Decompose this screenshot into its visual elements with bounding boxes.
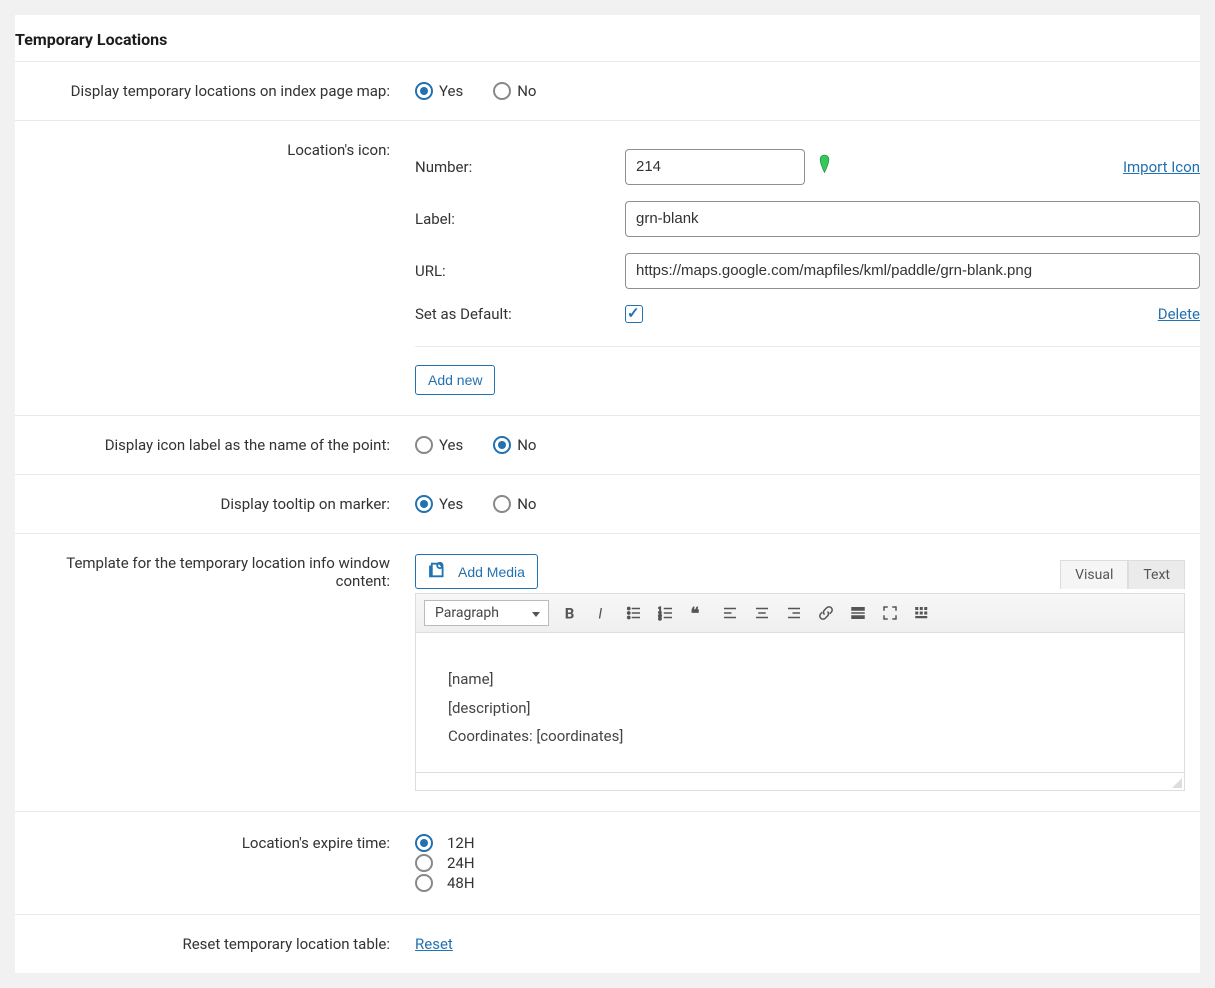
no-text: No (517, 82, 536, 100)
label-expire-time: Location's expire time: (15, 832, 415, 894)
editor-line: Coordinates: [coordinates] (448, 722, 1152, 751)
marker-icon (817, 153, 832, 181)
add-new-button[interactable]: Add new (415, 365, 495, 395)
fullscreen-icon[interactable] (879, 602, 901, 624)
format-select-label: Paragraph (435, 605, 499, 621)
align-right-icon[interactable] (783, 602, 805, 624)
label-display-iconlabel: Display icon label as the name of the po… (15, 436, 415, 454)
format-select[interactable]: Paragraph (424, 600, 549, 626)
reset-link[interactable]: Reset (415, 935, 453, 953)
icon-url-input[interactable] (625, 253, 1200, 289)
icon-number-label: Number: (415, 158, 625, 176)
svg-text:❝: ❝ (691, 605, 700, 622)
tab-text[interactable]: Text (1128, 560, 1185, 589)
bold-icon[interactable]: B (559, 602, 581, 624)
read-more-icon[interactable] (847, 602, 869, 624)
editor-content[interactable]: [name] [description] Coordinates: [coord… (415, 633, 1185, 773)
expire-24h-option[interactable]: 24H (415, 854, 1200, 872)
editor-toolbar: Paragraph B I 123 ❝ (415, 593, 1185, 633)
icon-label-input[interactable] (625, 201, 1200, 237)
display-index-yes-radio[interactable] (415, 82, 433, 100)
label-display-tooltip: Display tooltip on marker: (15, 495, 415, 513)
section-title: Temporary Locations (15, 15, 1200, 62)
expire-12h-option[interactable]: 12H (415, 834, 1200, 852)
yes-text: Yes (439, 495, 463, 513)
toolbar-toggle-icon[interactable] (911, 602, 933, 624)
ordered-list-icon[interactable]: 123 (655, 602, 677, 624)
expire-48h-option[interactable]: 48H (415, 874, 1200, 892)
display-index-no-radio[interactable] (493, 82, 511, 100)
editor-resize-handle[interactable] (415, 773, 1185, 791)
icon-setdefault-label: Set as Default: (415, 305, 625, 323)
tab-visual[interactable]: Visual (1060, 560, 1128, 589)
align-left-icon[interactable] (719, 602, 741, 624)
iconlabel-yes-option[interactable]: Yes (415, 436, 463, 454)
expire-24h-radio[interactable] (415, 854, 433, 872)
iconlabel-no-option[interactable]: No (493, 436, 536, 454)
label-reset-table: Reset temporary location table: (15, 935, 415, 953)
tooltip-yes-option[interactable]: Yes (415, 495, 463, 513)
set-default-checkbox[interactable] (625, 305, 643, 323)
editor-line: [description] (448, 694, 1152, 723)
svg-text:B: B (565, 604, 575, 622)
delete-icon-link[interactable]: Delete (1158, 305, 1200, 323)
no-text: No (517, 436, 536, 454)
svg-text:I: I (598, 604, 602, 622)
yes-text: Yes (439, 436, 463, 454)
tooltip-no-option[interactable]: No (493, 495, 536, 513)
expire-48h-radio[interactable] (415, 874, 433, 892)
tooltip-no-radio[interactable] (493, 495, 511, 513)
no-text: No (517, 495, 536, 513)
yes-text: Yes (439, 82, 463, 100)
icon-label-label: Label: (415, 210, 625, 228)
italic-icon[interactable]: I (591, 602, 613, 624)
bullet-list-icon[interactable] (623, 602, 645, 624)
label-template: Template for the temporary location info… (15, 554, 415, 791)
add-media-button[interactable]: Add Media (415, 554, 538, 589)
iconlabel-no-radio[interactable] (493, 436, 511, 454)
label-display-index: Display temporary locations on index pag… (15, 82, 415, 100)
align-center-icon[interactable] (751, 602, 773, 624)
tooltip-yes-radio[interactable] (415, 495, 433, 513)
display-index-yes-option[interactable]: Yes (415, 82, 463, 100)
expire-12h-radio[interactable] (415, 834, 433, 852)
expire-24h-text: 24H (447, 854, 475, 872)
icon-url-label: URL: (415, 262, 625, 280)
add-media-label: Add Media (458, 564, 525, 580)
display-index-no-option[interactable]: No (493, 82, 536, 100)
media-icon (428, 561, 450, 582)
expire-12h-text: 12H (447, 834, 475, 852)
blockquote-icon[interactable]: ❝ (687, 602, 709, 624)
label-locations-icon: Location's icon: (15, 141, 415, 395)
rich-editor: Add Media Visual Text Paragraph B I (415, 554, 1185, 791)
link-icon[interactable] (815, 602, 837, 624)
svg-text:3: 3 (659, 616, 662, 622)
divider (415, 346, 1200, 347)
import-icon-link[interactable]: Import Icon (1123, 158, 1200, 176)
editor-line: [name] (448, 665, 1152, 694)
expire-48h-text: 48H (447, 874, 475, 892)
icon-number-input[interactable] (625, 149, 805, 185)
iconlabel-yes-radio[interactable] (415, 436, 433, 454)
add-new-label: Add new (428, 372, 482, 388)
